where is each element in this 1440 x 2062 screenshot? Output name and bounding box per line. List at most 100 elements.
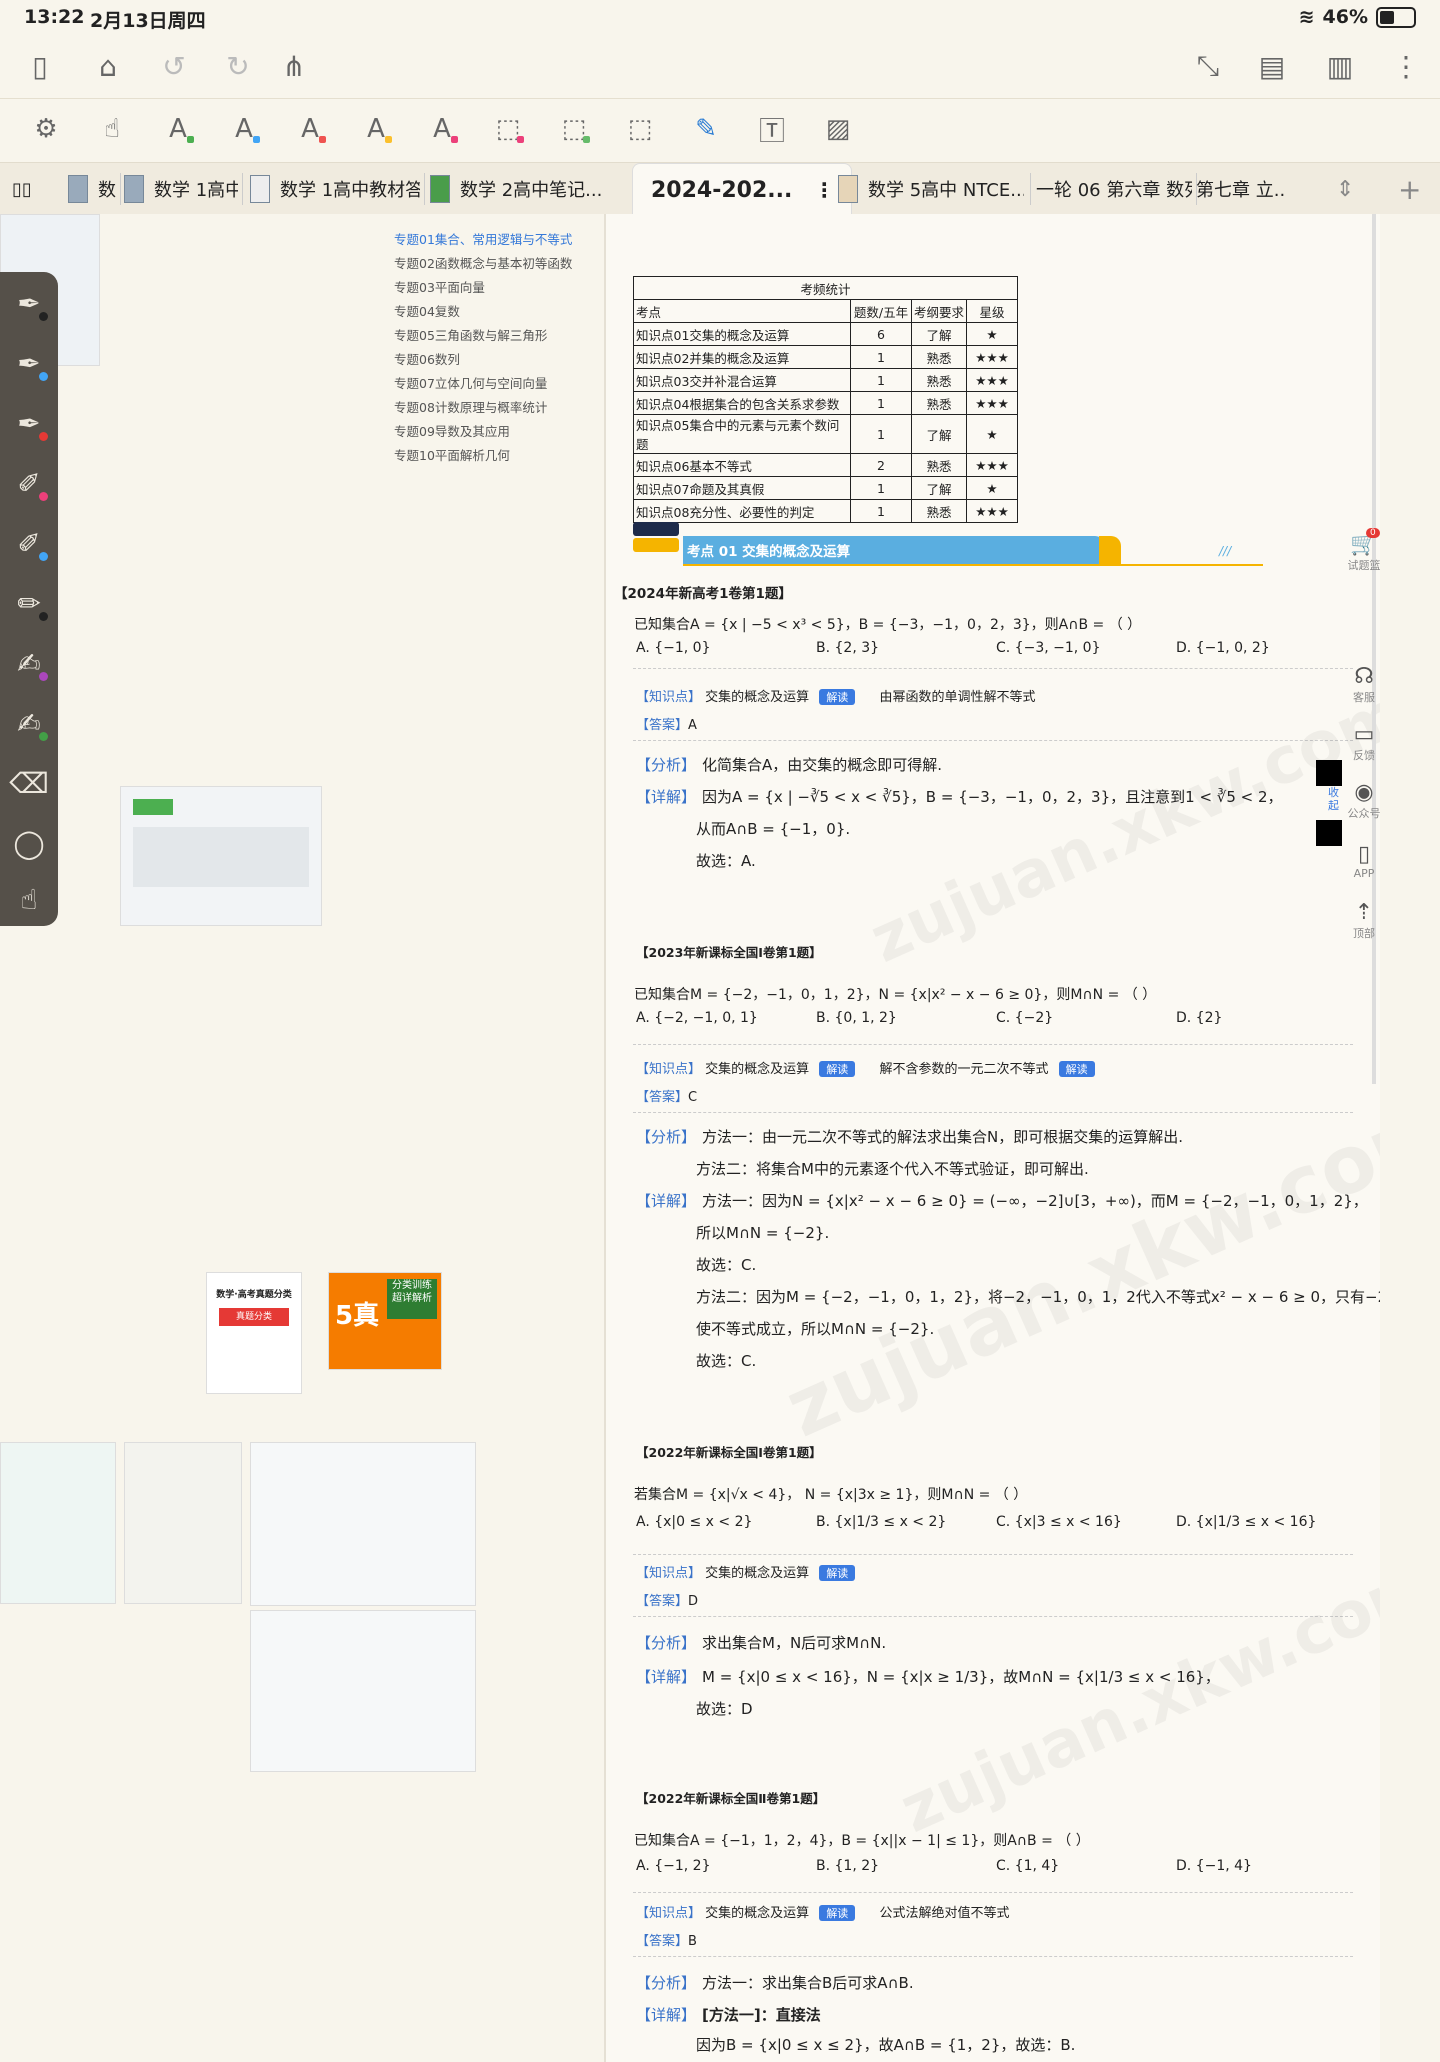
book-cover-thumbnail[interactable]: 5真 分类训练 超详解析 — [328, 1272, 442, 1370]
library-icon[interactable]: ⌂ — [86, 44, 130, 88]
table-cell: 熟悉 — [911, 368, 967, 392]
tab-3[interactable]: 数学 2高中笔记... — [430, 163, 610, 215]
lasso-icon[interactable]: ◯ — [8, 822, 50, 864]
table-cell: ★★★ — [966, 368, 1018, 392]
option-d: D. {2} — [1176, 1010, 1223, 1026]
image-icon[interactable]: ▨ — [816, 107, 860, 151]
analysis-row: 【分析】 方法一：求出集合B后可求A∩B. — [636, 1972, 914, 1993]
back-to-top-button[interactable]: ⇡ 顶部 — [1334, 900, 1394, 941]
page-thumbnail[interactable] — [250, 1442, 476, 1606]
phone-icon: ▯ — [1357, 842, 1371, 867]
analysis-row: 【分析】 方法一：由一元二次不等式的解法求出集合N，即可根据交集的运算解出. — [636, 1126, 1183, 1147]
book-cover-thumbnail[interactable]: 数学·高考真题分类 真题分类 — [206, 1272, 302, 1394]
battery-percent: 46% — [1322, 6, 1368, 28]
tab-1[interactable]: 数学 1高中 — [124, 163, 238, 215]
wechat-button[interactable]: ◉ 公众号 — [1334, 780, 1394, 821]
left-document-pane[interactable]: 专题01集合、常用逻辑与不等式 专题02函数概念与基本初等函数 专题03平面向量… — [0, 214, 604, 2062]
scrollbar[interactable] — [1372, 214, 1376, 1084]
toc-item[interactable]: 专题05三角函数与解三角形 — [394, 324, 572, 348]
kp-badge[interactable]: 解读 — [1058, 1061, 1095, 1077]
app-button[interactable]: ▯ APP — [1334, 842, 1394, 880]
tab-sort-icon[interactable]: ⇕ — [1336, 163, 1366, 215]
brush-icon[interactable]: ✍ — [8, 702, 50, 744]
kp-badge[interactable]: 解读 — [819, 1565, 856, 1581]
text-underline-icon[interactable]: A — [222, 107, 266, 151]
detail-row: 【详解】 [方法一]：直接法 — [636, 2004, 821, 2025]
cart-icon: 🛒 — [1350, 532, 1378, 557]
answer-value: A — [688, 718, 697, 733]
cart-button[interactable]: 🛒 0 试题篮 — [1334, 528, 1394, 573]
kp-extra: 解不含参数的一元二次不等式 — [879, 1062, 1049, 1077]
highlighter-icon[interactable]: ✐ — [8, 522, 50, 564]
kp-badge[interactable]: 解读 — [819, 1905, 856, 1921]
text-squiggly-icon[interactable]: A — [354, 107, 398, 151]
toc-item[interactable]: 专题02函数概念与基本初等函数 — [394, 252, 572, 276]
toc-item[interactable]: 专题08计数原理与概率统计 — [394, 396, 572, 420]
tab-menu-icon[interactable]: ⋮ — [814, 178, 834, 202]
screenshot-thumbnail[interactable] — [120, 786, 322, 926]
brush-icon[interactable]: ✍ — [8, 642, 50, 684]
tab-2[interactable]: 数学 1高中教材答 — [250, 163, 420, 215]
text-highlight-icon[interactable]: A — [156, 107, 200, 151]
page-thumbnail[interactable] — [124, 1442, 242, 1604]
customer-service-button[interactable]: ☊ 客服 — [1334, 664, 1394, 705]
textbox-icon[interactable]: 🅃 — [750, 107, 794, 151]
feedback-button[interactable]: ▭ 反馈 — [1334, 722, 1394, 763]
share-icon[interactable]: ⋔ — [272, 44, 316, 88]
toc-item[interactable]: 专题06数列 — [394, 348, 572, 372]
table-cell: 1 — [850, 345, 912, 369]
tab-4-active[interactable]: 2024-202... ⋮ — [632, 163, 852, 216]
undo-icon[interactable]: ↺ — [152, 44, 196, 88]
toc-item[interactable]: 专题01集合、常用逻辑与不等式 — [394, 228, 572, 252]
lasso-select-icon[interactable]: ⚙ — [24, 107, 68, 151]
rect-select-icon[interactable]: ⬚ — [486, 107, 530, 151]
collapse-button[interactable]: 收起 — [1328, 786, 1342, 812]
highlighter-icon[interactable]: ✐ — [8, 462, 50, 504]
tab-0[interactable]: 数 — [68, 163, 120, 215]
table-cell: ★★★ — [966, 345, 1018, 369]
sidebar-toggle-icon[interactable]: ▯ — [18, 44, 62, 88]
toc-item[interactable]: 专题09导数及其应用 — [394, 420, 572, 444]
bookmark-icon[interactable]: ▥ — [1318, 44, 1362, 88]
toc-item[interactable]: 专题03平面向量 — [394, 276, 572, 300]
eraser-icon[interactable]: ⌫ — [8, 762, 50, 804]
table-cell: 知识点03交并补混合运算 — [633, 368, 851, 392]
table-cell: 熟悉 — [911, 345, 967, 369]
tab-5[interactable]: 数学 5高中 NTCE... — [838, 163, 1024, 215]
pen-icon[interactable]: ✎ — [684, 107, 728, 151]
fountain-pen-icon[interactable]: ✒ — [8, 282, 50, 324]
fountain-pen-icon[interactable]: ✒ — [8, 342, 50, 384]
page-thumbnail[interactable] — [0, 1442, 116, 1604]
analysis-label: 【分析】 — [636, 1974, 697, 1992]
option-c: C. {−2} — [996, 1010, 1054, 1026]
text-strike-icon[interactable]: A — [288, 107, 332, 151]
finger-draw-icon[interactable]: ☝ — [8, 878, 50, 920]
tab-7[interactable]: 第七章 立... — [1196, 163, 1286, 215]
new-tab-icon[interactable]: + — [1398, 163, 1428, 215]
table-row: 知识点07命题及其真假 1 了解 ★ — [633, 476, 1018, 500]
divider-line — [633, 1112, 1353, 1113]
wifi-icon: ≋ — [1298, 6, 1315, 28]
toc-item[interactable]: 专题07立体几何与空间向量 — [394, 372, 572, 396]
search-doc-icon[interactable]: ▤ — [1250, 44, 1294, 88]
toc-item[interactable]: 专题04复数 — [394, 300, 572, 324]
tab-label: 第七章 立... — [1196, 180, 1286, 201]
question-source: 【2022年新课标全国Ⅱ卷第1题】 — [636, 1791, 826, 1806]
fountain-pen-icon[interactable]: ✒ — [8, 402, 50, 444]
rect-area-icon[interactable]: ⬚ — [552, 107, 596, 151]
pencil-icon[interactable]: ✏ — [8, 582, 50, 624]
table-cell: 1 — [850, 476, 912, 500]
right-gutter — [1380, 214, 1440, 2062]
redo-icon[interactable]: ↻ — [216, 44, 260, 88]
rect-crop-icon[interactable]: ⬚ — [618, 107, 662, 151]
toc-item[interactable]: 专题10平面解析几何 — [394, 444, 572, 468]
page-thumbnail[interactable] — [250, 1610, 476, 1772]
shrink-icon[interactable]: ⤡ — [1186, 44, 1230, 88]
more-icon[interactable]: ⋮ — [1384, 44, 1428, 88]
hand-icon[interactable]: ☝ — [90, 107, 134, 151]
kp-badge[interactable]: 解读 — [819, 1061, 856, 1077]
text-mark-icon[interactable]: A — [420, 107, 464, 151]
kp-badge[interactable]: 解读 — [819, 689, 856, 705]
tab-6[interactable]: 一轮 06 第六章 数列 — [1036, 163, 1192, 215]
split-view-icon[interactable]: ▯▯ — [12, 163, 42, 215]
